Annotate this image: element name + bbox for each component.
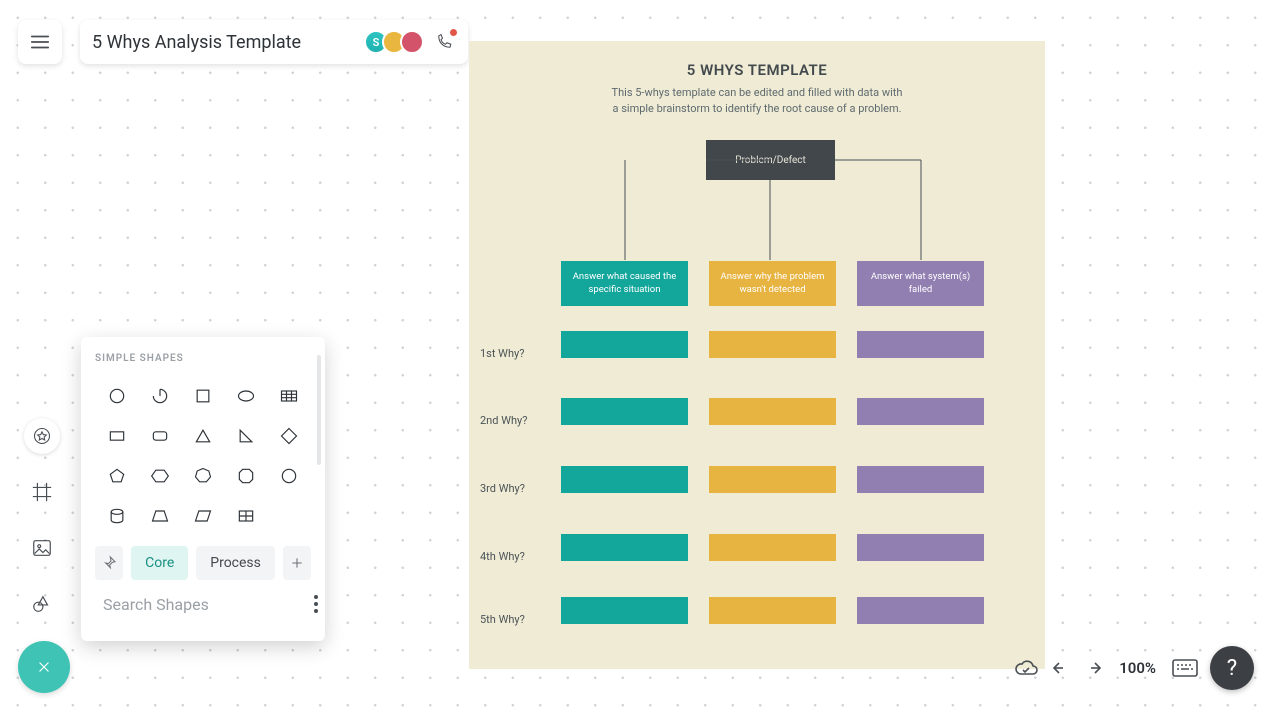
zoom-level[interactable]: 100% xyxy=(1115,659,1160,677)
star-circle-icon xyxy=(32,426,52,446)
shape-search xyxy=(95,594,311,614)
diagram-title: 5 WHYS TEMPLATE xyxy=(469,41,1045,79)
cell-r2-c1[interactable] xyxy=(561,398,688,425)
shape-square[interactable] xyxy=(181,376,224,416)
row-label-2: 2nd Why? xyxy=(480,414,550,427)
shape-trapezoid[interactable] xyxy=(138,496,181,536)
star-tool-button[interactable] xyxy=(24,418,60,454)
keyboard-shortcuts-button[interactable] xyxy=(1172,659,1198,677)
keyboard-icon xyxy=(1172,659,1198,677)
redo-icon xyxy=(1083,659,1103,677)
pin-button[interactable] xyxy=(95,546,123,580)
status-bar: 100% ? xyxy=(1013,646,1254,690)
document-title[interactable]: 5 Whys Analysis Template xyxy=(92,32,364,53)
undo-button[interactable] xyxy=(1051,659,1071,677)
canvas-document[interactable]: 5 WHYS TEMPLATE This 5-whys template can… xyxy=(469,41,1045,669)
shape-arc[interactable] xyxy=(138,376,181,416)
cell-r1-c1[interactable] xyxy=(561,331,688,358)
undo-icon xyxy=(1051,659,1071,677)
shape-grid[interactable] xyxy=(225,496,268,536)
column-header-2[interactable]: Answer why the problem wasn't detected xyxy=(709,261,836,306)
frame-icon xyxy=(31,481,53,503)
shape-rectangle[interactable] xyxy=(95,416,138,456)
frame-tool-button[interactable] xyxy=(24,474,60,510)
column-header-1[interactable]: Answer what caused the specific situatio… xyxy=(561,261,688,306)
close-icon xyxy=(35,658,53,676)
column-header-3[interactable]: Answer what system(s) failed xyxy=(857,261,984,306)
shapes-panel: SIMPLE SHAPES Core Process xyxy=(81,337,325,641)
plus-icon xyxy=(289,555,305,571)
call-button[interactable] xyxy=(432,30,456,54)
shape-heptagon[interactable] xyxy=(181,456,224,496)
shape-nonagon[interactable] xyxy=(268,456,311,496)
cell-r4-c2[interactable] xyxy=(709,534,836,561)
cell-r3-c1[interactable] xyxy=(561,466,688,493)
main-menu-button[interactable] xyxy=(18,20,62,64)
tab-core[interactable]: Core xyxy=(131,546,188,580)
diagram-subtitle: This 5-whys template can be edited and f… xyxy=(469,85,1045,117)
redo-button[interactable] xyxy=(1083,659,1103,677)
search-input[interactable] xyxy=(103,595,306,614)
shape-blank xyxy=(268,496,311,536)
cell-r5-c1[interactable] xyxy=(561,597,688,624)
tab-process[interactable]: Process xyxy=(196,546,275,580)
tool-rail xyxy=(24,418,60,622)
panel-scrollbar[interactable] xyxy=(317,355,321,465)
shape-circle[interactable] xyxy=(95,376,138,416)
cell-r5-c3[interactable] xyxy=(857,597,984,624)
cell-r1-c2[interactable] xyxy=(709,331,836,358)
row-label-1: 1st Why? xyxy=(480,347,550,360)
shapes-tool-button[interactable] xyxy=(24,586,60,622)
cloud-icon xyxy=(1013,658,1039,678)
title-bar: 5 Whys Analysis Template S xyxy=(80,20,468,64)
shape-octagon[interactable] xyxy=(225,456,268,496)
shape-category-tabs: Core Process xyxy=(95,546,311,580)
notification-dot-icon xyxy=(450,29,457,36)
row-label-4: 4th Why? xyxy=(480,550,550,563)
shape-right-triangle[interactable] xyxy=(225,416,268,456)
cell-r2-c2[interactable] xyxy=(709,398,836,425)
shapes-panel-title: SIMPLE SHAPES xyxy=(95,353,311,364)
cell-r3-c3[interactable] xyxy=(857,466,984,493)
cell-r5-c2[interactable] xyxy=(709,597,836,624)
row-label-3: 3rd Why? xyxy=(480,482,550,495)
image-tool-button[interactable] xyxy=(24,530,60,566)
shape-grid xyxy=(95,376,311,536)
collaborators: S xyxy=(364,30,424,54)
shape-rounded-rect[interactable] xyxy=(138,416,181,456)
add-category-button[interactable] xyxy=(283,546,311,580)
cell-r2-c3[interactable] xyxy=(857,398,984,425)
phone-icon xyxy=(435,33,453,51)
cloud-sync-button[interactable] xyxy=(1013,658,1039,678)
image-icon xyxy=(31,537,53,559)
avatar-3[interactable] xyxy=(400,30,424,54)
cell-r4-c3[interactable] xyxy=(857,534,984,561)
shape-pentagon[interactable] xyxy=(95,456,138,496)
shape-ellipse[interactable] xyxy=(225,376,268,416)
shape-triangle[interactable] xyxy=(181,416,224,456)
cell-r3-c2[interactable] xyxy=(709,466,836,493)
shape-hexagon[interactable] xyxy=(138,456,181,496)
shape-parallelogram[interactable] xyxy=(181,496,224,536)
cell-r1-c3[interactable] xyxy=(857,331,984,358)
close-panel-button[interactable] xyxy=(18,641,70,693)
pin-icon xyxy=(101,555,117,571)
shapes-icon xyxy=(31,593,53,615)
shape-diamond[interactable] xyxy=(268,416,311,456)
shape-table[interactable] xyxy=(268,376,311,416)
hamburger-icon xyxy=(29,31,51,53)
shape-cylinder[interactable] xyxy=(95,496,138,536)
more-options-button[interactable] xyxy=(314,595,318,613)
row-label-5: 5th Why? xyxy=(480,613,550,626)
cell-r4-c1[interactable] xyxy=(561,534,688,561)
help-button[interactable]: ? xyxy=(1210,646,1254,690)
connector-lines xyxy=(619,140,929,262)
